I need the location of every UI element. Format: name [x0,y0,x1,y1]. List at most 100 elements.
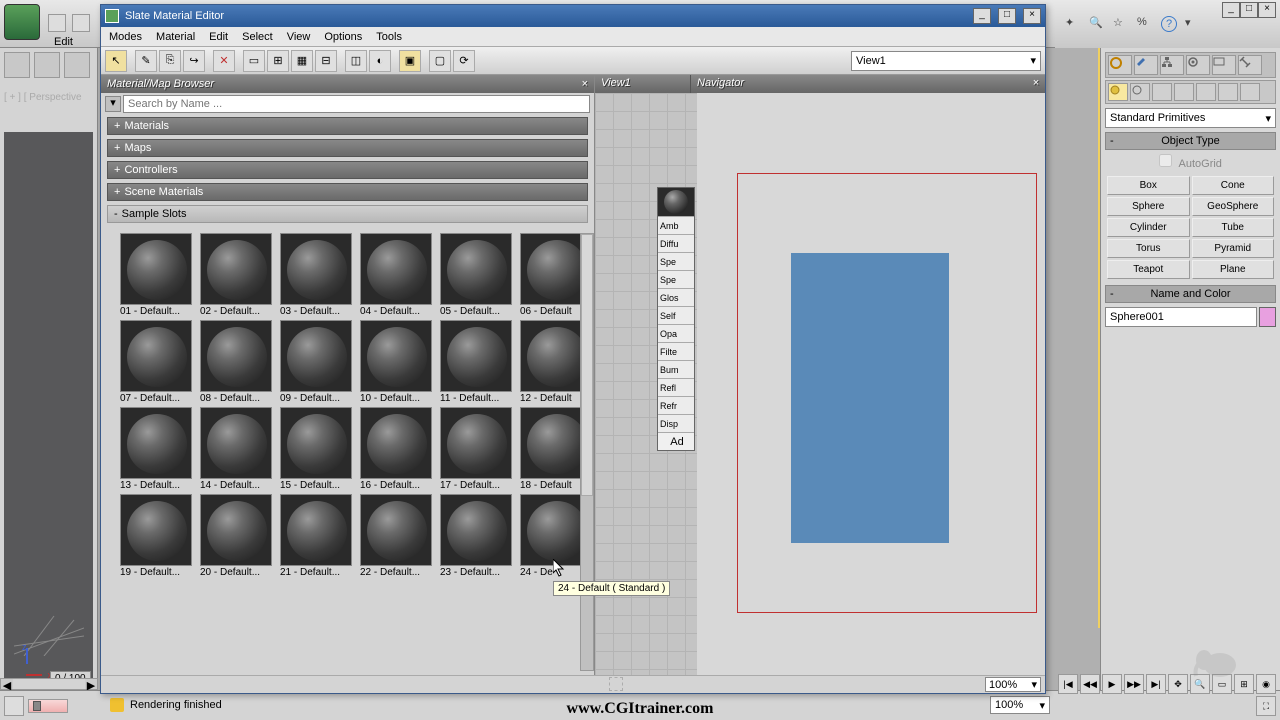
primitive-geosphere[interactable]: GeoSphere [1192,197,1275,216]
bottom-zoom-field[interactable]: 100%▾ [990,696,1050,714]
viewport-hscroll[interactable]: ◀▶ [0,678,98,690]
tool-link-icon[interactable] [4,52,30,78]
open-file-icon[interactable] [72,14,90,32]
snap-icon[interactable]: ✦ [1065,16,1081,32]
tool-select-icon[interactable]: ↖ [105,50,127,72]
sample-slot[interactable]: 07 - Default... [117,320,195,405]
category-sample-slots[interactable]: -Sample Slots [107,205,588,223]
goto-start-button[interactable]: |◀ [1058,674,1078,694]
tool-matid-icon[interactable]: ▢ [429,50,451,72]
primitive-box[interactable]: Box [1107,176,1190,195]
category-controllers[interactable]: +Controllers [107,161,588,179]
tool-layoutall-icon[interactable]: ▦ [291,50,313,72]
node-input-row[interactable]: Self [658,306,694,324]
tool-showend-icon[interactable]: ▣ [399,50,421,72]
sample-slot[interactable]: 14 - Default... [197,407,275,492]
tab-hierarchy[interactable] [1160,55,1184,75]
primitive-tube[interactable]: Tube [1192,218,1275,237]
sample-slot[interactable]: 04 - Default... [357,233,435,318]
node-input-row[interactable]: Spe [658,270,694,288]
tool-refresh-icon[interactable]: ⟳ [453,50,475,72]
sample-slot[interactable]: 11 - Default... [437,320,515,405]
navigator-tab[interactable]: Navigator × [691,75,1045,93]
sample-slot[interactable]: 22 - Default... [357,494,435,579]
sample-slot[interactable]: 19 - Default... [117,494,195,579]
subtab-geometry[interactable] [1108,83,1128,101]
category-materials[interactable]: +Materials [107,117,588,135]
tool-put-icon[interactable]: ⎘ [159,50,181,72]
sample-slot[interactable]: 15 - Default... [277,407,355,492]
help-icon[interactable]: ? [1161,16,1177,32]
goto-end-button[interactable]: ▶| [1146,674,1166,694]
menu-material[interactable]: Material [156,31,195,43]
primitive-sphere[interactable]: Sphere [1107,197,1190,216]
subtab-lights[interactable] [1152,83,1172,101]
subtab-systems[interactable] [1240,83,1260,101]
tab-create[interactable] [1108,55,1132,75]
tool-layout-icon[interactable]: ⊞ [267,50,289,72]
tab-modify[interactable] [1134,55,1158,75]
subtab-shapes[interactable] [1130,83,1150,101]
search-options-icon[interactable]: ▾ [105,96,121,112]
node-input-row[interactable]: Refr [658,396,694,414]
tool-bind-icon[interactable] [64,52,90,78]
primitive-plane[interactable]: Plane [1192,260,1275,279]
slate-minimize-button[interactable]: _ [973,8,991,24]
app-logo[interactable] [4,4,40,40]
active-view-dropdown[interactable]: View1 ▾ [851,51,1041,71]
object-name-input[interactable] [1105,307,1257,327]
nav-max-icon[interactable]: ⛶ [1256,696,1276,716]
sample-slot[interactable]: 02 - Default... [197,233,275,318]
primitive-cone[interactable]: Cone [1192,176,1275,195]
tool-preview-icon[interactable]: ◐ [369,50,391,72]
subtab-cameras[interactable] [1174,83,1194,101]
slots-scrollbar[interactable] [580,233,594,671]
menu-select[interactable]: Select [242,31,273,43]
sample-slot[interactable]: 21 - Default... [277,494,355,579]
close-icon[interactable]: × [1033,77,1039,91]
tool-pick-icon[interactable]: ✎ [135,50,157,72]
favorite-icon[interactable]: ☆ [1113,16,1129,32]
node-input-row[interactable]: Amb [658,216,694,234]
sample-slot[interactable]: 17 - Default... [437,407,515,492]
tool-delete-icon[interactable]: ✕ [213,50,235,72]
slate-close-button[interactable]: × [1023,8,1041,24]
primitive-teapot[interactable]: Teapot [1107,260,1190,279]
rollout-name-color[interactable]: - Name and Color [1105,285,1276,303]
tool-assign-icon[interactable]: ↪ [183,50,205,72]
primitive-torus[interactable]: Torus [1107,239,1190,258]
sample-slot[interactable]: 09 - Default... [277,320,355,405]
tool-hide-icon[interactable]: ⊟ [315,50,337,72]
node-add-row[interactable]: Ad [658,432,694,450]
category-scene-materials[interactable]: +Scene Materials [107,183,588,201]
subtab-spacewarps[interactable] [1218,83,1238,101]
percent-icon[interactable]: % [1137,16,1153,32]
sample-slot[interactable]: 05 - Default... [437,233,515,318]
edit-menu[interactable]: Edit [54,36,73,48]
menu-tools[interactable]: Tools [376,31,402,43]
menu-modes[interactable]: Modes [109,31,142,43]
sample-slot[interactable]: 01 - Default... [117,233,195,318]
primitive-pyramid[interactable]: Pyramid [1192,239,1275,258]
node-input-row[interactable]: Bum [658,360,694,378]
tab-display[interactable] [1212,55,1236,75]
category-dropdown[interactable]: Standard Primitives ▾ [1105,108,1276,128]
tab-utilities[interactable] [1238,55,1262,75]
slate-maximize-button[interactable]: □ [998,8,1016,24]
menu-options[interactable]: Options [324,31,362,43]
sample-slot[interactable]: 03 - Default... [277,233,355,318]
category-maps[interactable]: +Maps [107,139,588,157]
tool-move-icon[interactable]: ▭ [243,50,265,72]
rollout-object-type[interactable]: - Object Type [1105,132,1276,150]
perspective-viewport[interactable]: zx [4,132,93,686]
object-color-swatch[interactable] [1259,307,1276,327]
material-node[interactable]: AmbDiffuSpeSpeGlosSelfOpaFilteBumReflRef… [657,187,695,451]
new-file-icon[interactable] [48,14,66,32]
timeline-config-icon[interactable] [4,696,24,716]
sample-slot[interactable]: 16 - Default... [357,407,435,492]
slate-zoom-field[interactable]: 100%▾ [985,677,1041,692]
sample-slot[interactable]: 08 - Default... [197,320,275,405]
browser-titlebar[interactable]: Material/Map Browser × [101,75,594,93]
search-icon[interactable]: 🔍 [1089,16,1105,32]
sample-slot[interactable]: 20 - Default... [197,494,275,579]
